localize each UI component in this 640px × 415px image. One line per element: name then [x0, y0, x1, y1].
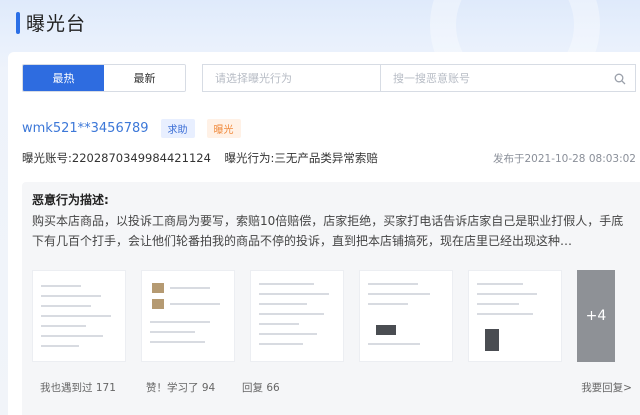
sort-tabs: 最热 最新: [22, 64, 186, 92]
filter-row: 最热 最新 请选择曝光行为 搜一搜恶意账号: [22, 64, 636, 92]
thumbnail-image[interactable]: [359, 270, 453, 362]
description-text: 购买本店商品，以投诉工商局为要写，索赔10倍赔偿，店家拒绝，买家打电话告诉店家自…: [32, 214, 624, 248]
want-reply-link[interactable]: 我要回复>: [581, 380, 632, 395]
page-header: 曝光台: [0, 0, 640, 110]
like-button[interactable]: 赞！学习了 94: [146, 380, 215, 395]
reply-count[interactable]: 回复 66: [242, 380, 280, 395]
help-tag: 求助: [160, 118, 195, 138]
page-title: 曝光台: [26, 13, 87, 35]
thumbnail-image[interactable]: [32, 270, 126, 362]
exposure-info: 曝光账号:2202870349984421124 曝光行为:三无产品类异常索赔: [22, 150, 388, 166]
more-images-button[interactable]: +4: [577, 270, 615, 362]
more-images-count: +4: [585, 308, 607, 324]
exposed-account: 曝光账号:2202870349984421124: [22, 151, 211, 165]
username-link[interactable]: wmk521**3456789: [22, 121, 149, 136]
post-actions: 我也遇到过 171 赞！学习了 94 回复 66 我要回复>: [32, 380, 632, 396]
tab-latest[interactable]: 最新: [104, 65, 185, 91]
search-input[interactable]: 搜一搜恶意账号: [380, 64, 636, 92]
met-too-button[interactable]: 我也遇到过 171: [40, 380, 116, 395]
search-placeholder: 搜一搜恶意账号: [393, 72, 470, 85]
thumbnail-image[interactable]: [141, 270, 235, 362]
exposed-behavior: 曝光行为:三无产品类异常索赔: [224, 151, 378, 165]
exposure-card: 最热 最新 请选择曝光行为 搜一搜恶意账号 wmk521**3456789 求助…: [8, 52, 640, 415]
thumbnail-image[interactable]: [250, 270, 344, 362]
publish-time: 发布于2021-10-28 08:03:02: [492, 153, 636, 165]
title-accent-bar: [16, 12, 20, 34]
image-thumbnails: +4: [32, 270, 615, 362]
behavior-select[interactable]: 请选择曝光行为: [202, 64, 380, 92]
search-icon[interactable]: [614, 73, 626, 85]
expose-tag: 曝光: [206, 118, 241, 138]
thumbnail-image[interactable]: [468, 270, 562, 362]
behavior-select-placeholder: 请选择曝光行为: [215, 72, 292, 85]
user-row: wmk521**3456789 求助 曝光: [22, 118, 253, 138]
description-panel: 恶意行为描述: 购买本店商品，以投诉工商局为要写，索赔10倍赔偿，店家拒绝，买家…: [22, 182, 640, 415]
tab-hottest[interactable]: 最热: [23, 65, 104, 91]
description-heading: 恶意行为描述:: [32, 193, 109, 207]
